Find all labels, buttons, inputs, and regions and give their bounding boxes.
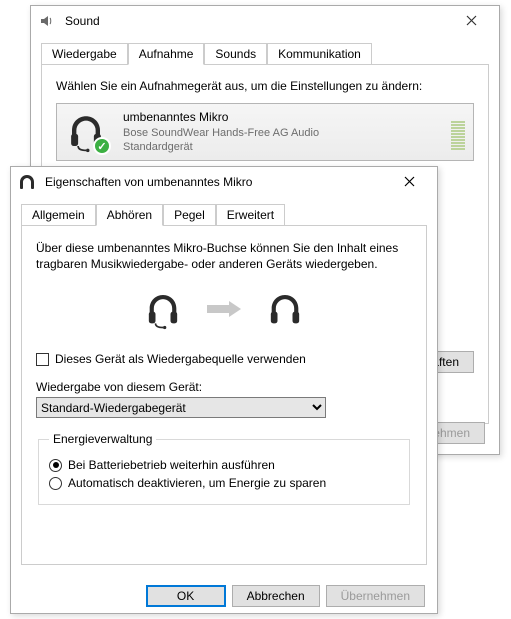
props-footer: OK Abbrechen Übernehmen bbox=[11, 575, 437, 617]
tab-kommunikation[interactable]: Kommunikation bbox=[267, 43, 372, 65]
tab-allgemein[interactable]: Allgemein bbox=[21, 204, 96, 226]
use-as-source-label: Dieses Gerät als Wiedergabequelle verwen… bbox=[55, 352, 306, 366]
props-tabs: Allgemein Abhören Pegel Erweitert bbox=[11, 197, 437, 225]
tab-sounds[interactable]: Sounds bbox=[204, 43, 267, 65]
headset-icon bbox=[19, 174, 35, 190]
device-texts: umbenanntes Mikro Bose SoundWear Hands-F… bbox=[123, 110, 441, 154]
radio-keep-running-label: Bei Batteriebetrieb weiterhin ausführen bbox=[68, 458, 275, 472]
playback-device-label: Wiedergabe von diesem Gerät: bbox=[36, 380, 412, 394]
radio-keep-running[interactable] bbox=[49, 459, 62, 472]
tab-erweitert[interactable]: Erweitert bbox=[216, 204, 285, 226]
props-description: Über diese umbenanntes Mikro-Buchse könn… bbox=[36, 240, 412, 272]
energy-option-auto-off[interactable]: Automatisch deaktivieren, um Energie zu … bbox=[49, 476, 399, 490]
props-titlebar: Eigenschaften von umbenanntes Mikro bbox=[11, 167, 437, 197]
radio-auto-off-label: Automatisch deaktivieren, um Energie zu … bbox=[68, 476, 326, 490]
radio-auto-off[interactable] bbox=[49, 477, 62, 490]
props-close-button[interactable] bbox=[389, 168, 429, 196]
speaker-icon bbox=[39, 13, 55, 29]
use-as-source-row[interactable]: Dieses Gerät als Wiedergabequelle verwen… bbox=[36, 352, 412, 366]
close-button[interactable] bbox=[451, 7, 491, 35]
arrow-right-icon bbox=[207, 297, 241, 323]
tab-pegel[interactable]: Pegel bbox=[163, 204, 216, 226]
props-ok-button[interactable]: OK bbox=[146, 585, 226, 607]
properties-window: Eigenschaften von umbenanntes Mikro Allg… bbox=[10, 166, 438, 614]
props-title: Eigenschaften von umbenanntes Mikro bbox=[41, 175, 389, 189]
sound-instruction: Wählen Sie ein Aufnahmegerät aus, um die… bbox=[56, 79, 474, 93]
energy-fieldset: Energieverwaltung Bei Batteriebetrieb we… bbox=[38, 432, 410, 505]
props-apply-button: Übernehmen bbox=[326, 585, 425, 607]
use-as-source-checkbox[interactable] bbox=[36, 353, 49, 366]
props-cancel-button[interactable]: Abbrechen bbox=[232, 585, 320, 607]
device-icon: ✓ bbox=[65, 111, 113, 153]
tab-wiedergabe[interactable]: Wiedergabe bbox=[41, 43, 128, 65]
headset-right-icon bbox=[265, 290, 305, 330]
energy-option-keep-running[interactable]: Bei Batteriebetrieb weiterhin ausführen bbox=[49, 458, 399, 472]
sound-titlebar: Sound bbox=[31, 6, 499, 36]
sound-title: Sound bbox=[61, 14, 451, 28]
playback-device-select[interactable]: Standard-Wiedergabegerät bbox=[36, 397, 326, 418]
level-meter bbox=[451, 114, 465, 150]
tab-abhoeren[interactable]: Abhören bbox=[96, 204, 163, 226]
device-driver: Bose SoundWear Hands-Free AG Audio bbox=[123, 126, 441, 140]
listen-illustration bbox=[36, 290, 412, 330]
props-tabpanel: Über diese umbenanntes Mikro-Buchse könn… bbox=[21, 225, 427, 565]
sound-tabs: Wiedergabe Aufnahme Sounds Kommunikation bbox=[31, 36, 499, 64]
device-status: Standardgerät bbox=[123, 140, 441, 154]
default-check-icon: ✓ bbox=[93, 137, 111, 155]
headset-left-icon bbox=[143, 290, 183, 330]
device-row[interactable]: ✓ umbenanntes Mikro Bose SoundWear Hands… bbox=[56, 103, 474, 161]
energy-legend: Energieverwaltung bbox=[49, 432, 156, 446]
device-name: umbenanntes Mikro bbox=[123, 110, 441, 126]
tab-aufnahme[interactable]: Aufnahme bbox=[128, 43, 205, 65]
